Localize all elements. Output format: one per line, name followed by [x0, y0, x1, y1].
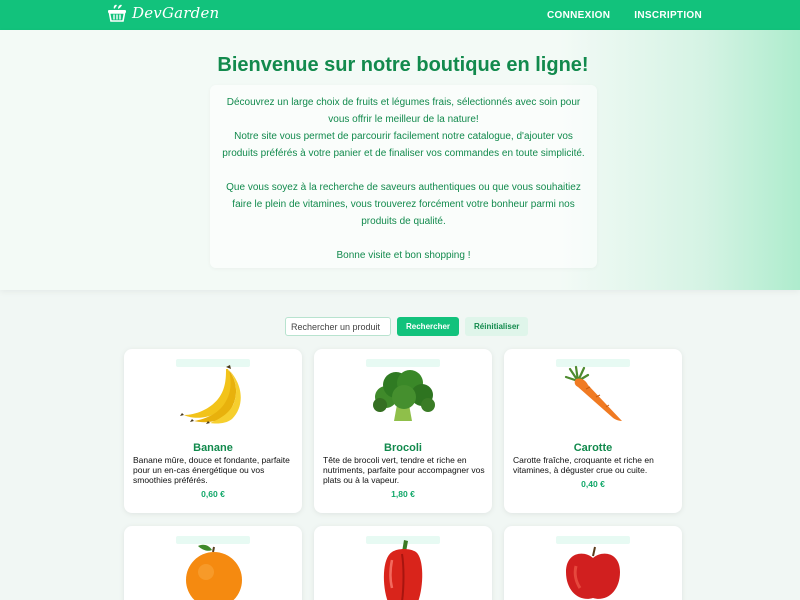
- search-input[interactable]: [285, 317, 391, 336]
- hero-text-box: Découvrez un large choix de fruits et lé…: [210, 85, 597, 268]
- search-bar: Rechercher Réinitialiser: [285, 317, 529, 336]
- product-price: 0,40 €: [581, 479, 605, 489]
- product-image: [366, 536, 440, 600]
- signup-link[interactable]: INSCRIPTION: [634, 10, 702, 21]
- product-description: Banane mûre, douce et fondante, parfaite…: [133, 455, 290, 485]
- product-name: Carotte: [573, 442, 613, 454]
- hero-paragraph-1: Découvrez un large choix de fruits et lé…: [226, 97, 581, 125]
- product-image: [176, 536, 250, 600]
- product-image: [556, 359, 630, 425]
- orange-icon: [186, 544, 242, 600]
- product-price: 0,60 €: [201, 489, 225, 499]
- product-card-orange[interactable]: [124, 526, 302, 600]
- carrot-icon: [564, 365, 622, 421]
- navbar: DevGarden CONNEXION INSCRIPTION: [0, 0, 800, 30]
- product-description: Tête de brocoli vert, tendre et riche en…: [323, 455, 485, 485]
- banana-icon: [180, 365, 241, 424]
- product-card-banane[interactable]: Banane Banane mûre, douce et fondante, p…: [124, 349, 302, 513]
- broccoli-icon: [373, 370, 435, 421]
- brand-name: DevGarden: [132, 4, 220, 22]
- product-image: [366, 359, 440, 425]
- product-card-pomme[interactable]: [504, 526, 682, 600]
- hero-paragraph-3: Que vous soyez à la recherche de saveurs…: [226, 182, 581, 227]
- search-button[interactable]: Rechercher: [397, 317, 460, 336]
- hero-section: Bienvenue sur notre boutique en ligne! D…: [0, 30, 800, 290]
- product-description: Carotte fraîche, croquante et riche en v…: [513, 455, 654, 475]
- product-image: [556, 536, 630, 600]
- product-card-carotte[interactable]: Carotte Carotte fraîche, croquante et ri…: [504, 349, 682, 513]
- login-link[interactable]: CONNEXION: [547, 10, 610, 21]
- nav-links: CONNEXION INSCRIPTION: [547, 0, 702, 30]
- product-image: [176, 359, 250, 425]
- hero-paragraph-2: Notre site vous permet de parcourir faci…: [222, 131, 585, 159]
- brand-logo[interactable]: DevGarden: [106, 3, 219, 23]
- product-name: Brocoli: [384, 442, 422, 454]
- product-name: Banane: [193, 442, 233, 454]
- hero-paragraph-4: Bonne visite et bon shopping !: [336, 250, 471, 261]
- product-price: 1,80 €: [391, 489, 415, 499]
- product-card-brocoli[interactable]: Brocoli Tête de brocoli vert, tendre et …: [314, 349, 492, 513]
- product-card-poivron[interactable]: [314, 526, 492, 600]
- basket-icon: [108, 4, 126, 22]
- reset-button[interactable]: Réinitialiser: [465, 317, 529, 336]
- bell-pepper-icon: [383, 540, 423, 600]
- apple-icon: [566, 546, 620, 599]
- hero-title: Bienvenue sur notre boutique en ligne!: [217, 54, 589, 76]
